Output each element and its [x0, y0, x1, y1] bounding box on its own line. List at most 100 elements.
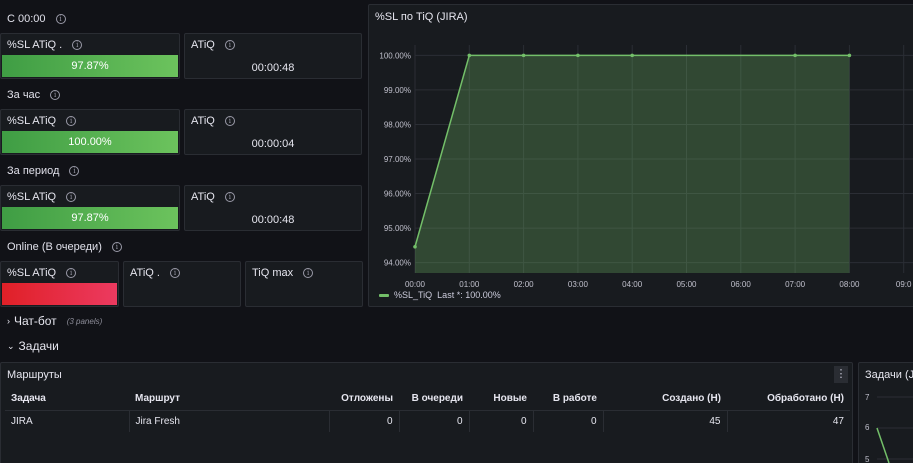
data-point [521, 53, 526, 58]
info-icon[interactable]: i [169, 268, 180, 278]
x-tick-label: 00:00 [405, 280, 426, 289]
table-cell: 45 [602, 409, 727, 432]
x-tick-label: 03:00 [568, 280, 589, 289]
x-tick-label: 02:00 [514, 280, 535, 289]
sl-atiq-panel-online[interactable]: %SL ATiQ i [0, 261, 119, 307]
group-header-c0000: С 00:00 i [7, 13, 66, 25]
sl-tiq-chart: 94.00% 95.00% 96.00% 97.00% 98.00% 99.00% 100.… [379, 45, 913, 289]
y-tick-label: 96.00% [384, 190, 411, 199]
legend-swatch [379, 293, 389, 297]
info-icon[interactable]: i [224, 116, 235, 126]
panel-title: %SL ATiQ . [7, 39, 63, 51]
sl-atiq-panel-c0000[interactable]: %SL ATiQ . i 97.87% [0, 33, 180, 79]
atiq-panel-za-period[interactable]: ATiQ i 00:00:48 [184, 185, 362, 231]
data-point [630, 53, 634, 58]
group-header-online: Online (В очереди) i [7, 241, 122, 253]
info-icon[interactable]: i [50, 90, 61, 100]
table-cell: JIRA [5, 409, 129, 432]
section-title: Чат-бот [14, 314, 57, 328]
tasks-chart-panel[interactable]: Задачи (JI 7 6 5 [858, 362, 913, 463]
atiq-panel-c0000[interactable]: ATiQ i 00:00:48 [184, 33, 362, 79]
panel-title: TiQ max [252, 267, 294, 279]
data-point [793, 53, 797, 58]
column-header[interactable]: В работе [533, 388, 603, 410]
info-icon[interactable]: i [111, 242, 122, 252]
group-label: С 00:00 [7, 13, 46, 25]
panel-title: ATiQ [191, 39, 215, 51]
table-cell: 0 [328, 409, 399, 432]
column-header[interactable]: В очереди [399, 388, 469, 410]
legend-label: %SL_TiQ Last *: 100.00% [394, 290, 501, 300]
column-header[interactable]: Отложены [329, 388, 399, 410]
table-cell: 0 [398, 409, 469, 432]
group-label: За час [7, 89, 41, 101]
panel-title: Маршруты [7, 369, 62, 381]
section-chatbot-row[interactable]: › Чат-бот (3 panels) [7, 314, 102, 328]
atiq-value: 00:00:04 [251, 138, 295, 150]
column-header[interactable]: Задача [5, 388, 129, 410]
panel-title: ATiQ . [130, 267, 160, 279]
group-header-za-period: За период i [7, 165, 80, 177]
x-tick-label: 05:00 [676, 280, 697, 289]
group-label: Online (В очереди) [7, 241, 102, 253]
sl-value-bar: 100.00% [2, 131, 178, 153]
column-header[interactable]: Создано (Н) [603, 388, 727, 410]
x-tick-label: 07:00 [785, 280, 806, 289]
sl-value-bar: 97.87% [2, 55, 178, 77]
x-tick-label: 09:0 [896, 280, 912, 289]
info-icon[interactable]: i [72, 40, 83, 50]
table-row[interactable]: JIRA Jira Fresh 0 0 0 0 45 47 [5, 409, 850, 432]
sl-tiq-chart-panel[interactable]: %SL по TiQ (JIRA) 94.00% 95.00% 96.00% 97.0… [368, 4, 913, 307]
x-tick-label: 06:00 [731, 280, 752, 289]
atiq-panel-online[interactable]: ATiQ . i [123, 261, 241, 307]
series-area [415, 55, 850, 274]
data-point [413, 244, 417, 249]
sl-atiq-panel-za-period[interactable]: %SL ATiQ i 97.87% [0, 185, 180, 231]
table-cell: 0 [468, 409, 533, 432]
sl-value-bar-red [2, 283, 117, 305]
y-tick-label: 95.00% [384, 224, 411, 233]
y-tick-label: 100.00% [379, 51, 411, 60]
table-cell: 0 [532, 409, 603, 432]
info-icon[interactable]: i [66, 116, 77, 126]
info-icon[interactable]: i [224, 40, 235, 50]
column-header[interactable]: Обработано (Н) [727, 388, 850, 410]
atiq-value: 00:00:48 [251, 62, 295, 74]
series-line [876, 427, 890, 463]
x-tick-label: 04:00 [622, 280, 643, 289]
x-tick-label: 08:00 [839, 280, 860, 289]
y-tick-label: 99.00% [384, 86, 411, 95]
y-tick-label: 94.00% [384, 259, 411, 268]
info-icon[interactable]: i [66, 192, 77, 202]
atiq-panel-za-chas[interactable]: ATiQ i 00:00:04 [184, 109, 362, 155]
tiq-max-panel-online[interactable]: TiQ max i [245, 261, 363, 307]
info-icon[interactable]: i [69, 166, 80, 176]
chevron-down-icon[interactable]: ⌄ [7, 341, 15, 352]
group-header-za-chas: За час i [7, 89, 61, 101]
routes-panel[interactable]: Маршруты ⋮ Задача Маршрут Отложены В оче… [0, 362, 853, 463]
column-header[interactable]: Маршрут [129, 388, 329, 410]
column-header[interactable]: Новые [469, 388, 533, 410]
group-label: За период [7, 165, 60, 177]
section-title: Задачи [18, 339, 59, 353]
chevron-right-icon[interactable]: › [7, 316, 10, 326]
table-cell: 47 [726, 409, 850, 432]
info-icon[interactable]: i [66, 268, 77, 278]
sl-value-bar: 97.87% [2, 207, 178, 229]
info-icon[interactable]: i [224, 192, 235, 202]
data-point [847, 53, 852, 58]
chart-legend[interactable]: %SL_TiQ Last *: 100.00% [379, 290, 501, 300]
routes-table: Задача Маршрут Отложены В очереди Новые … [5, 388, 850, 432]
panel-title: %SL ATiQ [7, 191, 57, 203]
sl-atiq-panel-za-chas[interactable]: %SL ATiQ i 100.00% [0, 109, 180, 155]
atiq-value: 00:00:48 [251, 214, 295, 226]
info-icon[interactable]: i [303, 268, 314, 278]
info-icon[interactable]: i [55, 14, 66, 24]
panel-menu-icon[interactable]: ⋮ [834, 366, 848, 383]
y-tick-label: 97.00% [384, 155, 411, 164]
data-point [467, 53, 472, 58]
panel-title: %SL ATiQ [7, 267, 57, 279]
section-tasks-row[interactable]: ⌄ Задачи [7, 339, 59, 353]
y-tick-label: 98.00% [384, 120, 411, 129]
x-tick-label: 01:00 [459, 280, 480, 289]
